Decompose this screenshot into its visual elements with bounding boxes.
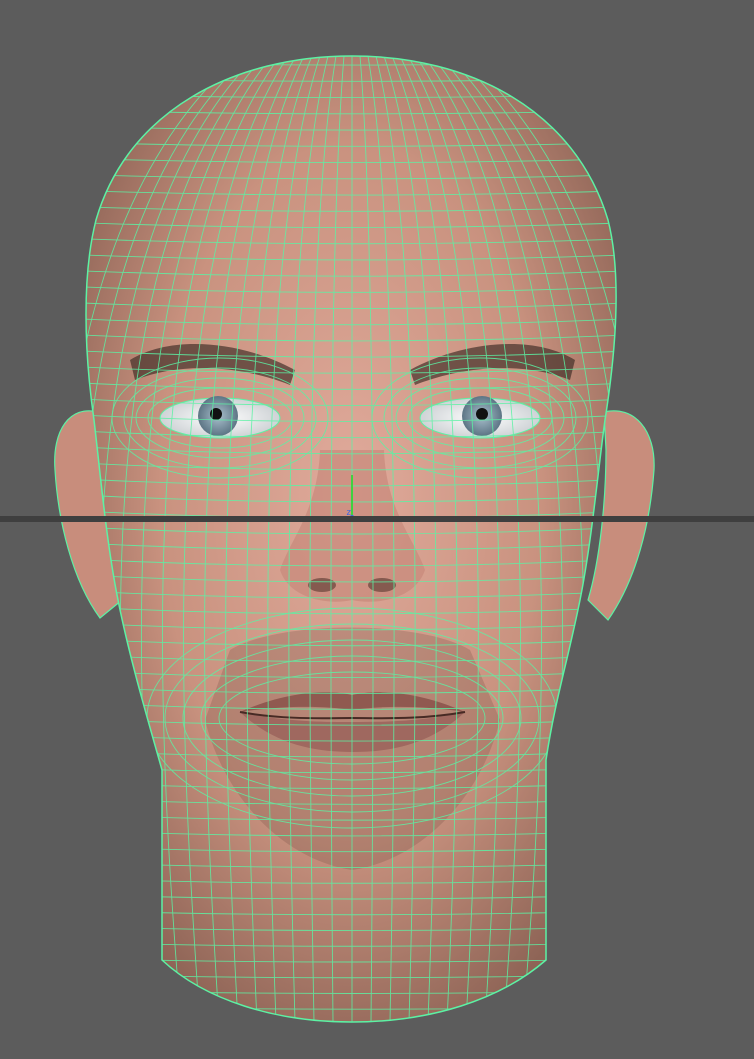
- grid-horizon-line: [0, 516, 754, 522]
- 3d-viewport[interactable]: z: [0, 0, 754, 1059]
- head-model[interactable]: z: [0, 0, 754, 1059]
- right-pupil: [476, 408, 488, 420]
